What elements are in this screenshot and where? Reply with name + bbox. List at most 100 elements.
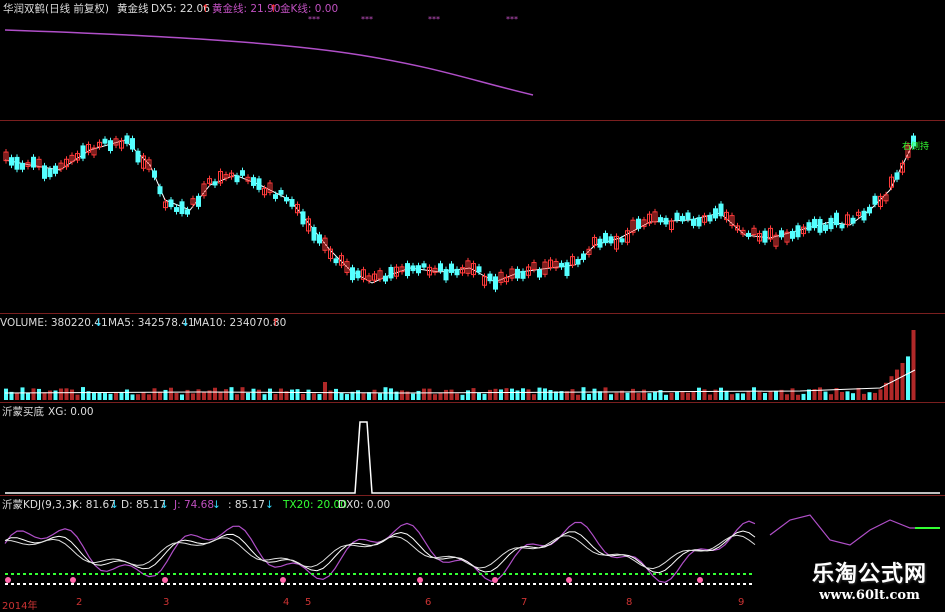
candle-body	[718, 203, 724, 217]
volume-bar	[119, 392, 124, 400]
candle-body	[168, 199, 174, 208]
volume-bar	[26, 392, 30, 400]
volume-bar	[675, 391, 679, 400]
candle-body	[416, 265, 421, 274]
panel-separator	[0, 120, 945, 121]
candle-body	[823, 224, 828, 231]
candle-body	[828, 217, 834, 230]
volume-bar	[829, 394, 833, 400]
candle-body	[520, 270, 526, 279]
candle-body	[597, 238, 603, 248]
volume-bar	[647, 393, 652, 400]
candle-body	[20, 162, 25, 170]
marker-stars: ***	[361, 15, 373, 24]
candle-body	[493, 276, 498, 290]
candle-body	[135, 150, 141, 163]
candle-body	[196, 195, 201, 207]
volume-bar	[455, 393, 459, 400]
volume-bar	[466, 390, 470, 400]
volume-bar	[246, 392, 250, 400]
xg-value: XG: 0.00	[48, 406, 94, 418]
volume-bar	[862, 393, 866, 400]
volume-bar	[81, 387, 85, 400]
volume-bar	[515, 390, 520, 400]
volume-bar	[636, 393, 641, 400]
candle-body	[9, 157, 14, 166]
volume-bar	[642, 389, 646, 400]
volume-bar	[548, 390, 553, 400]
volume-bar	[108, 393, 113, 400]
volume-bar	[768, 391, 773, 400]
volume-bar	[724, 390, 729, 400]
volume-bar	[911, 330, 916, 400]
candle-body	[124, 135, 130, 144]
candle-body	[410, 265, 416, 272]
volume-bar	[449, 389, 454, 400]
candle-body	[14, 156, 20, 170]
volume-bar	[103, 393, 107, 400]
candle-body	[108, 140, 113, 152]
x-axis-label: 4	[283, 597, 290, 608]
candle-body	[817, 219, 823, 233]
volume-bar	[845, 391, 850, 400]
candle-body	[680, 215, 685, 222]
volume-bar	[867, 392, 872, 400]
volume-bar	[653, 392, 657, 400]
candle-body	[355, 270, 361, 279]
volume-bar	[906, 356, 910, 400]
x-axis-label: 7	[521, 597, 528, 608]
volume-bar	[587, 394, 591, 400]
candle-body	[795, 225, 801, 238]
candle-body	[636, 218, 641, 229]
volume-bar	[37, 388, 41, 400]
volume-bar	[570, 389, 575, 400]
volume-bar	[235, 394, 239, 400]
candle-body	[53, 165, 58, 174]
candle-body	[790, 230, 795, 239]
buy-marker	[162, 577, 168, 583]
candle-body	[454, 268, 460, 276]
volume-bar	[471, 388, 476, 400]
candle-body	[174, 207, 179, 212]
down-arrow-icon: ↓	[212, 499, 221, 511]
volume-bar	[746, 390, 751, 400]
volume-bar	[42, 392, 47, 400]
candle-body	[289, 199, 295, 207]
volume-bar	[444, 389, 448, 400]
candle-body	[317, 234, 322, 244]
volume-bar	[163, 389, 168, 400]
volume-bar	[400, 390, 404, 400]
x-axis-label: 3	[163, 597, 170, 608]
volume-bar	[504, 388, 509, 400]
volume-bar	[878, 389, 883, 400]
volume-bar	[603, 387, 608, 400]
volume-bar	[389, 388, 393, 400]
volume-bar	[526, 389, 531, 400]
volume-bar	[158, 391, 162, 400]
volume-bar	[15, 392, 19, 400]
volume-bar	[438, 392, 443, 400]
candle-body	[746, 232, 751, 237]
volume-bar	[268, 388, 272, 400]
volume-value: VOLUME: 380220.41	[0, 317, 108, 329]
volume-bar	[136, 394, 140, 400]
volume-bar	[257, 389, 261, 400]
candle-body	[575, 259, 581, 265]
volume-bar	[334, 388, 338, 400]
volume-bar	[741, 393, 745, 400]
chart-canvas[interactable]	[0, 0, 945, 609]
volume-bar	[130, 394, 135, 400]
volume-bar	[301, 393, 305, 400]
volume-bar	[823, 391, 828, 400]
buy-marker	[697, 577, 703, 583]
volume-bar	[499, 389, 503, 400]
volume-bar	[295, 389, 300, 400]
volume-bar	[273, 394, 278, 400]
volume-bar	[664, 394, 668, 400]
volume-bar	[48, 390, 52, 400]
x-axis-label: 5	[305, 597, 312, 608]
volume-bar	[290, 389, 294, 400]
volume-bar	[493, 388, 498, 400]
volume-bar	[625, 392, 630, 400]
candle-body	[894, 172, 900, 180]
